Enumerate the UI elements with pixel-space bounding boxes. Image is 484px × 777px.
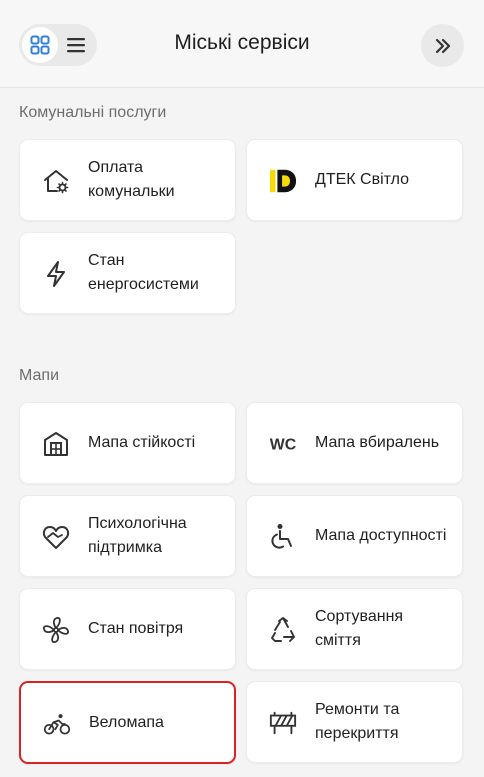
service-card-waste-sorting[interactable]: Сортування сміття [246, 588, 463, 670]
service-card-label: Сортування сміття [315, 608, 404, 649]
service-card-label: Психологічна підтримка [88, 515, 187, 556]
service-card-bike-map[interactable]: Веломапа [19, 681, 236, 764]
svg-text:WC: WC [270, 437, 297, 454]
road-barrier-icon [269, 709, 297, 737]
house-gear-icon [42, 167, 70, 195]
recycle-icon [269, 616, 297, 644]
section-title-utilities: Комунальні послуги [19, 104, 167, 121]
service-card-label: Мапа стійкості [88, 434, 196, 451]
expand-button[interactable] [421, 24, 464, 67]
app-header: Міські сервіси [0, 0, 484, 88]
service-card-resilience-map[interactable]: Мапа стійкості [19, 402, 236, 484]
lightning-icon [42, 260, 70, 288]
service-card-label: ДТЕК Світло [315, 171, 410, 188]
service-card-label: Веломапа [89, 713, 164, 731]
service-card-energy-system[interactable]: Стан енергосистеми [19, 232, 236, 314]
fan-icon [42, 616, 70, 644]
service-card-label: Стан енергосистеми [88, 252, 199, 293]
section-title-maps: Мапи [19, 367, 60, 384]
service-card-dtek[interactable]: ДТЕК Світло [246, 139, 463, 221]
wheelchair-icon [269, 523, 297, 551]
service-card-label: Оплата комунальки [88, 159, 175, 200]
bicycle-icon [43, 710, 71, 738]
service-card-label: Мапа доступності [315, 527, 447, 544]
service-card-utilities-payment[interactable]: Оплата комунальки [19, 139, 236, 221]
double-chevron-right-icon [434, 38, 452, 54]
service-card-air-quality[interactable]: Стан повітря [19, 588, 236, 670]
service-card-label: Ремонти та перекриття [315, 701, 400, 742]
service-card-label: Мапа вбиралень [315, 434, 440, 451]
shelter-building-icon [42, 430, 70, 458]
service-card-psych-support[interactable]: Психологічна підтримка [19, 495, 236, 577]
service-card-toilets-map[interactable]: WC Мапа вбиралень [246, 402, 463, 484]
dtek-logo-icon [269, 167, 297, 195]
wc-icon: WC [269, 430, 297, 458]
service-card-roadworks[interactable]: Ремонти та перекриття [246, 681, 463, 763]
service-card-accessibility-map[interactable]: Мапа доступності [246, 495, 463, 577]
page-title: Міські сервіси [174, 31, 310, 54]
service-card-label: Стан повітря [88, 620, 184, 637]
heart-handshake-icon [42, 523, 70, 551]
